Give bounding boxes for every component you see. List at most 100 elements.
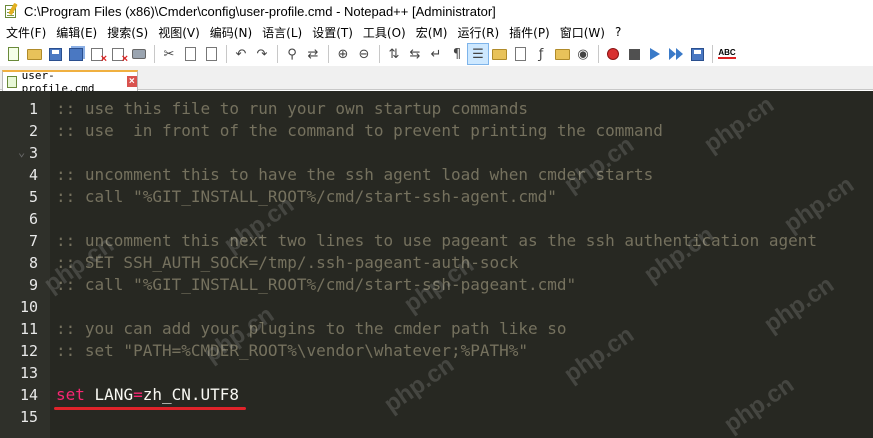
- show-all-chars-button[interactable]: ¶: [447, 44, 467, 64]
- fast-forward-icon: [669, 48, 683, 60]
- menu-search[interactable]: 搜索(S): [105, 24, 156, 41]
- line-number: 6: [28, 210, 38, 228]
- code-line-comment[interactable]: :: uncomment this next two lines to use …: [56, 230, 817, 252]
- zoom-in-button[interactable]: ⊕: [333, 44, 353, 64]
- open-folder-icon: [26, 48, 42, 60]
- close-all-button[interactable]: [108, 44, 128, 65]
- function-list-button[interactable]: ƒ: [531, 44, 551, 64]
- paste-icon: [205, 47, 217, 61]
- sync-vertical-button[interactable]: ⇅: [384, 44, 404, 64]
- sync-horizontal-button[interactable]: ⇆: [405, 44, 425, 64]
- menu-run[interactable]: 运行(R): [455, 24, 507, 41]
- code-line-comment[interactable]: :: uncomment this to have the ssh agent …: [56, 164, 817, 186]
- code-line-comment[interactable]: :: use this file to run your own startup…: [56, 98, 817, 120]
- menu-language[interactable]: 语言(L): [260, 24, 310, 41]
- code-line-empty[interactable]: [56, 362, 817, 384]
- code-line-comment[interactable]: :: you can add your plugins to the cmder…: [56, 318, 817, 340]
- menu-settings[interactable]: 设置(T): [310, 24, 361, 41]
- code-line-comment[interactable]: :: SET SSH_AUTH_SOCK=/tmp/.ssh-pageant-a…: [56, 252, 817, 274]
- new-file-icon: [7, 47, 19, 61]
- undo-icon: ↶: [235, 46, 247, 62]
- sync-horizontal-icon: ⇆: [409, 46, 421, 62]
- editor-area[interactable]: 1 2 3 4 5 6 7 8 9 10 11 12 13 14 15 ⌄ ::…: [0, 91, 873, 438]
- menu-bar: 文件(F) 编辑(E) 搜索(S) 视图(V) 编码(N) 语言(L) 设置(T…: [0, 22, 873, 42]
- menu-plugins[interactable]: 插件(P): [507, 24, 558, 41]
- stop-icon: [628, 48, 640, 60]
- cut-button[interactable]: ✂: [159, 44, 179, 64]
- folder-workspace-button[interactable]: [552, 44, 572, 64]
- toolbar-separator: [598, 45, 599, 63]
- find-button[interactable]: ⚲: [282, 44, 302, 64]
- fold-marker-icon[interactable]: ⌄: [18, 145, 25, 159]
- undo-button[interactable]: ↶: [231, 44, 251, 64]
- doc-map-icon: [514, 47, 526, 61]
- print-button[interactable]: [129, 44, 149, 64]
- open-file-button[interactable]: [24, 44, 44, 64]
- toolbar-separator: [379, 45, 380, 63]
- toolbar-separator: [277, 45, 278, 63]
- line-number: 12: [19, 342, 38, 360]
- macro-save-button[interactable]: [687, 44, 707, 64]
- toolbar-separator: [328, 45, 329, 63]
- toolbar-separator: [154, 45, 155, 63]
- spellcheck-icon: ABC: [718, 48, 736, 59]
- code-line-comment[interactable]: :: call "%GIT_INSTALL_ROOT%/cmd/start-ss…: [56, 274, 817, 296]
- menu-macro[interactable]: 宏(M): [414, 24, 456, 41]
- menu-help[interactable]: ?: [613, 25, 629, 39]
- zoom-out-button[interactable]: ⊖: [354, 44, 374, 64]
- menu-encoding[interactable]: 编码(N): [208, 24, 260, 41]
- notepadpp-app-icon[interactable]: [3, 2, 19, 19]
- sync-vertical-icon: ⇅: [388, 46, 400, 62]
- code-line-empty[interactable]: [56, 296, 817, 318]
- scissors-icon: ✂: [163, 46, 175, 62]
- macro-record-button[interactable]: [603, 44, 623, 64]
- paste-button[interactable]: [201, 44, 221, 64]
- spellcheck-button[interactable]: ABC: [717, 44, 737, 64]
- word-wrap-button[interactable]: ↵: [426, 44, 446, 64]
- save-button[interactable]: [45, 44, 65, 64]
- line-number: 10: [19, 298, 38, 316]
- close-all-icon: [112, 47, 128, 65]
- new-file-button[interactable]: [3, 44, 23, 64]
- copy-button[interactable]: [180, 44, 200, 64]
- replace-icon: ⇄: [307, 46, 319, 62]
- line-number: 5: [28, 188, 38, 206]
- code-line-empty[interactable]: [56, 208, 817, 230]
- menu-tools[interactable]: 工具(O): [361, 24, 414, 41]
- close-file-button[interactable]: [87, 44, 107, 65]
- language-define-button[interactable]: [489, 44, 509, 64]
- monitoring-button[interactable]: ◉: [573, 44, 593, 64]
- menu-window[interactable]: 窗口(W): [558, 24, 613, 41]
- print-icon: [132, 49, 146, 59]
- tab-user-profile[interactable]: user-profile.cmd ×: [2, 69, 138, 95]
- redo-button[interactable]: ↷: [252, 44, 272, 64]
- code-line-comment[interactable]: :: set "PATH=%CMDER_ROOT%\vendor\whateve…: [56, 340, 817, 362]
- macro-play-button[interactable]: [645, 44, 665, 64]
- window-title: C:\Program Files (x86)\Cmder\config\user…: [24, 3, 496, 19]
- macro-stop-button[interactable]: [624, 44, 644, 64]
- tab-close-icon[interactable]: ×: [126, 76, 137, 87]
- tab-bar: user-profile.cmd ×: [0, 66, 873, 95]
- replace-button[interactable]: ⇄: [303, 44, 323, 64]
- menu-file[interactable]: 文件(F): [4, 24, 54, 41]
- code-line-comment[interactable]: :: use in front of the command to preven…: [56, 120, 817, 142]
- line-number: 15: [19, 408, 38, 426]
- menu-view[interactable]: 视图(V): [156, 24, 208, 41]
- zoom-out-icon: ⊖: [358, 46, 370, 62]
- line-number: 2: [28, 122, 38, 140]
- highlight-underline: [54, 407, 246, 410]
- eye-icon: ◉: [577, 46, 589, 62]
- code-line-empty[interactable]: [56, 142, 817, 164]
- word-wrap-icon: ↵: [430, 46, 442, 62]
- file-saved-icon: [7, 75, 17, 88]
- line-number: 14: [19, 386, 38, 404]
- code-line-set-lang[interactable]: set LANG=zh_CN.UTF8: [56, 384, 817, 406]
- lang-value: zh_CN.UTF8: [142, 385, 240, 404]
- save-all-button[interactable]: [66, 44, 86, 64]
- menu-edit[interactable]: 编辑(E): [54, 24, 105, 41]
- code-line-comment[interactable]: :: call "%GIT_INSTALL_ROOT%/cmd/start-ss…: [56, 186, 817, 208]
- indent-guide-button[interactable]: ☰: [467, 43, 489, 65]
- code-content[interactable]: :: use this file to run your own startup…: [56, 98, 817, 428]
- macro-run-multiple-button[interactable]: [666, 44, 686, 64]
- doc-map-button[interactable]: [510, 44, 530, 64]
